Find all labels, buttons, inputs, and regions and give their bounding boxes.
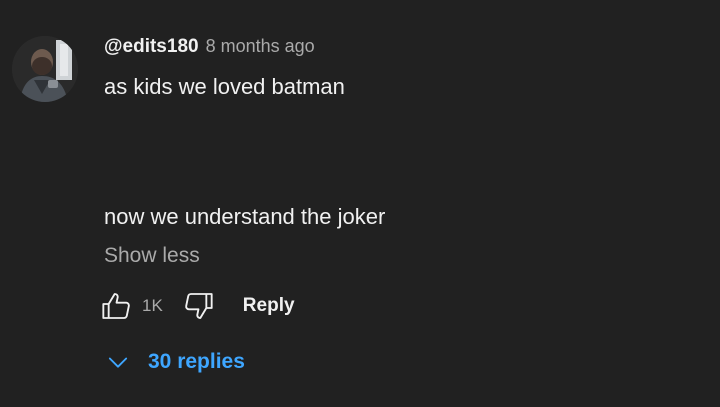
view-replies-button[interactable]: 30 replies xyxy=(104,344,245,380)
thumbs-up-icon xyxy=(102,293,130,319)
comment-text-line: now we understand the joker xyxy=(104,204,386,229)
comment-header: @edits180 8 months ago xyxy=(104,36,315,64)
replies-count-label: 30 replies xyxy=(148,350,245,373)
avatar[interactable] xyxy=(12,36,78,102)
author-name[interactable]: @edits180 xyxy=(104,36,199,58)
like-button[interactable] xyxy=(98,288,134,324)
dislike-button[interactable] xyxy=(181,288,217,324)
reply-button[interactable]: Reply xyxy=(243,295,295,317)
comment-text-line: as kids we loved batman xyxy=(104,74,345,99)
thumbs-down-icon xyxy=(184,293,213,319)
like-count: 1K xyxy=(142,296,163,315)
comment-timestamp[interactable]: 8 months ago xyxy=(206,36,315,57)
comment-actions: 1K Reply xyxy=(98,288,295,324)
avatar-image xyxy=(12,36,78,102)
comment-thread: @edits180 8 months ago as kids we loved … xyxy=(0,0,720,407)
chevron-down-icon xyxy=(108,357,128,368)
show-less-button[interactable]: Show less xyxy=(104,244,200,268)
